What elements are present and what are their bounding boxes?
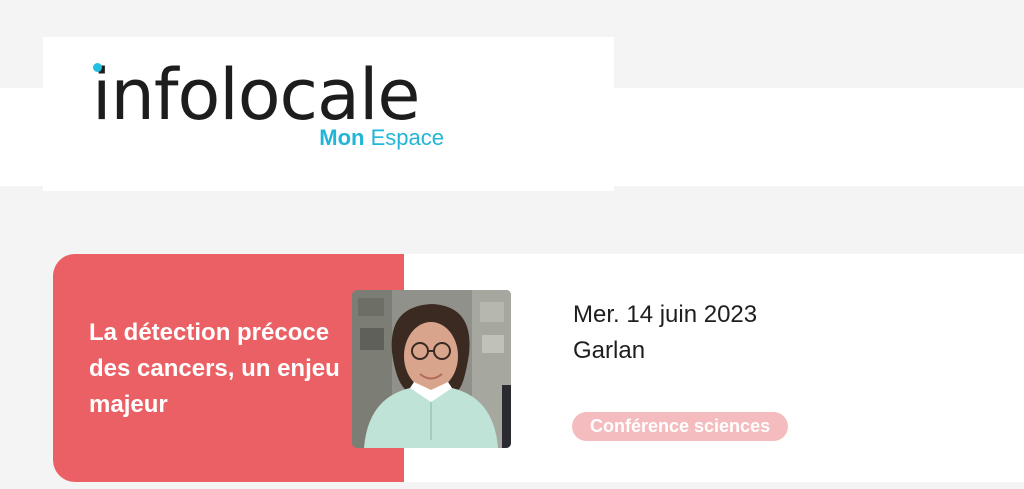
event-photo — [352, 290, 511, 448]
category-tag[interactable]: Conférence sciences — [572, 412, 789, 441]
logo-subtitle: Mon Espace — [319, 123, 444, 153]
event-place: Garlan — [573, 337, 646, 364]
logo[interactable]: infolocale Mon Espace — [43, 37, 614, 191]
event-title[interactable]: La détection précoce des cancers, un enj… — [89, 315, 359, 423]
logo-subtitle-rest: Espace — [370, 125, 444, 150]
logo-dot — [93, 63, 102, 72]
event-card[interactable]: La détection précoce des cancers, un enj… — [53, 254, 1024, 482]
event-date: Mer. 14 juin 2023 — [573, 301, 758, 328]
event-photo-image — [352, 290, 511, 448]
logo-subtitle-strong: Mon — [319, 125, 365, 150]
